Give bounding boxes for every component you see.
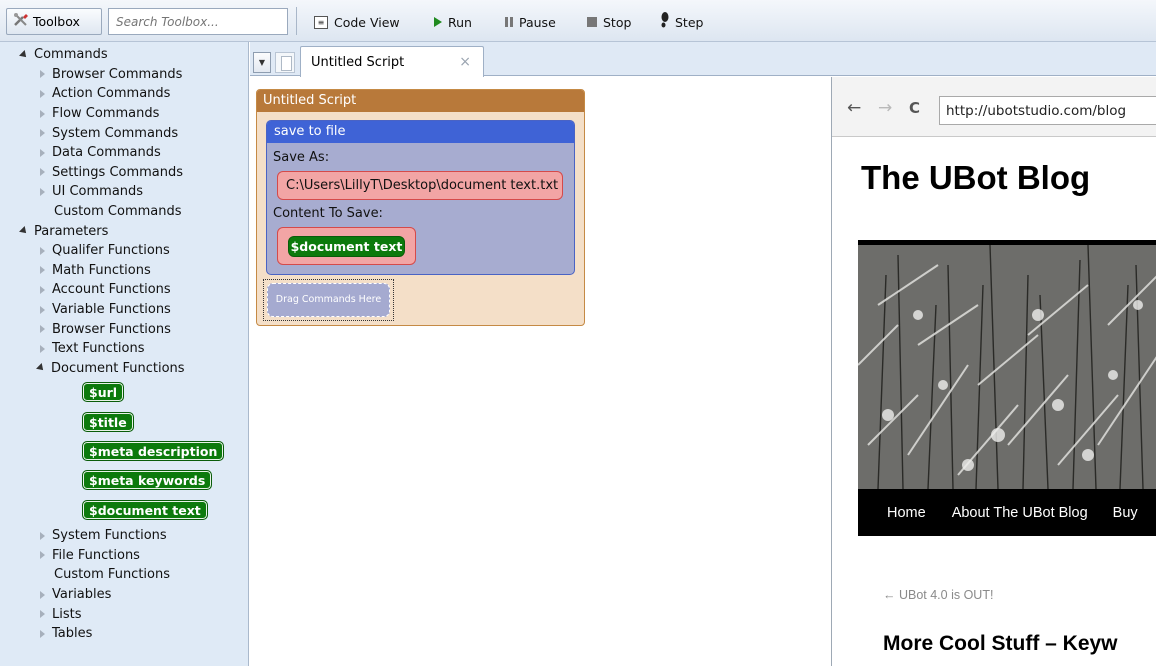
toolbox-panel: Commands Browser Commands Action Command… xyxy=(0,42,249,666)
main-toolbar: Toolbox ≡ Code View Run Pause Stop Step xyxy=(0,0,1156,42)
collapsed-arrow-icon xyxy=(40,629,45,638)
pause-icon xyxy=(505,17,513,27)
tree-item-system-commands[interactable]: System Commands xyxy=(40,123,178,143)
tree-item-custom-commands[interactable]: Custom Commands xyxy=(54,202,182,222)
tree-commands[interactable]: Commands xyxy=(19,45,108,65)
tree-item-file-functions[interactable]: File Functions xyxy=(40,546,140,566)
tree-item-text-functions[interactable]: Text Functions xyxy=(40,339,145,359)
tab-label: Untitled Script xyxy=(311,54,405,70)
collapsed-arrow-icon xyxy=(40,325,45,334)
tree-item-settings-commands[interactable]: Settings Commands xyxy=(40,163,183,183)
tree-item-browser-commands[interactable]: Browser Commands xyxy=(40,65,182,85)
code-view-button[interactable]: ≡ Code View xyxy=(314,10,400,34)
function-meta-description[interactable]: $meta description xyxy=(82,441,225,461)
stop-label: Stop xyxy=(603,14,632,30)
collapsed-arrow-icon xyxy=(40,168,45,177)
collapsed-arrow-icon xyxy=(40,285,45,294)
save-as-field[interactable]: C:\Users\LillyT\Desktop\document text.tx… xyxy=(277,171,563,200)
tab-untitled-script[interactable]: Untitled Script × xyxy=(300,46,484,77)
tree-item-browser-functions[interactable]: Browser Functions xyxy=(40,319,171,339)
code-view-label: Code View xyxy=(334,14,400,30)
collapsed-arrow-icon xyxy=(40,109,45,118)
tree-item-math-functions[interactable]: Math Functions xyxy=(40,261,151,281)
toolbox-button-label: Toolbox xyxy=(33,14,80,29)
tree-item-qualifer-functions[interactable]: Qualifer Functions xyxy=(40,241,170,261)
run-button[interactable]: Run xyxy=(434,10,472,34)
collapsed-arrow-icon xyxy=(40,187,45,196)
save-as-label: Save As: xyxy=(273,150,330,165)
previous-post-link[interactable]: ← UBot 4.0 is OUT! xyxy=(883,588,993,602)
blog-nav-menu: Home About The UBot Blog Buy xyxy=(858,489,1156,536)
toolbar-divider xyxy=(296,7,297,35)
address-bar[interactable] xyxy=(939,96,1156,125)
collapsed-arrow-icon xyxy=(40,344,45,353)
collapsed-arrow-icon xyxy=(40,246,45,255)
nav-link-buy[interactable]: Buy xyxy=(1113,505,1138,521)
collapsed-arrow-icon xyxy=(40,148,45,157)
refresh-icon[interactable]: C xyxy=(909,99,920,117)
search-toolbox-input[interactable] xyxy=(108,8,288,35)
expanded-arrow-icon xyxy=(19,49,29,60)
function-title[interactable]: $title xyxy=(82,412,134,432)
document-text-parameter[interactable]: $document text xyxy=(288,236,405,257)
tree-item-account-functions[interactable]: Account Functions xyxy=(40,280,171,300)
tree-item-ui-commands[interactable]: UI Commands xyxy=(40,182,143,202)
tab-list-dropdown-icon[interactable]: ▼ xyxy=(253,52,271,73)
script-title: Untitled Script xyxy=(257,90,584,112)
expanded-arrow-icon xyxy=(19,226,29,237)
command-title: save to file xyxy=(267,121,574,143)
expanded-arrow-icon xyxy=(36,363,46,374)
step-label: Step xyxy=(675,14,704,30)
tree-item-data-commands[interactable]: Data Commands xyxy=(40,143,161,163)
function-url[interactable]: $url xyxy=(82,382,125,402)
collapsed-arrow-icon xyxy=(40,531,45,540)
tree-item-flow-commands[interactable]: Flow Commands xyxy=(40,104,159,124)
pause-button[interactable]: Pause xyxy=(505,10,556,34)
close-icon[interactable]: × xyxy=(459,54,471,70)
tree-item-document-functions[interactable]: Document Functions xyxy=(36,359,185,379)
function-document-text[interactable]: $document text xyxy=(82,500,208,520)
collapsed-arrow-icon xyxy=(40,551,45,560)
collapsed-arrow-icon xyxy=(40,129,45,138)
drag-commands-here-zone[interactable]: Drag Commands Here xyxy=(267,283,390,317)
browser-nav-bar: ← → C xyxy=(832,77,1156,137)
tree-parameters[interactable]: Parameters xyxy=(19,221,108,241)
back-icon[interactable]: ← xyxy=(847,98,861,118)
blog-title: The UBot Blog xyxy=(861,159,1091,196)
stop-button[interactable]: Stop xyxy=(587,10,631,34)
collapsed-arrow-icon xyxy=(40,590,45,599)
post-title[interactable]: More Cool Stuff – Keyw xyxy=(883,632,1118,656)
nav-link-about[interactable]: About The UBot Blog xyxy=(952,505,1088,521)
stop-icon xyxy=(587,17,597,27)
forward-icon[interactable]: → xyxy=(878,98,892,118)
step-button[interactable]: Step xyxy=(660,10,703,34)
collapsed-arrow-icon xyxy=(40,70,45,79)
collapsed-arrow-icon xyxy=(40,266,45,275)
function-meta-keywords[interactable]: $meta keywords xyxy=(82,470,213,490)
new-tab-icon[interactable] xyxy=(275,52,295,73)
play-icon xyxy=(434,17,442,27)
content-to-save-label: Content To Save: xyxy=(273,206,383,221)
code-view-icon: ≡ xyxy=(314,15,328,29)
tree-item-custom-functions[interactable]: Custom Functions xyxy=(54,565,170,585)
toolbox-button[interactable]: Toolbox xyxy=(6,8,102,35)
collapsed-arrow-icon xyxy=(40,89,45,98)
collapsed-arrow-icon xyxy=(40,305,45,314)
browser-pane: ← → C The UBot Blog xyxy=(831,77,1156,666)
run-label: Run xyxy=(448,14,472,30)
footprint-icon xyxy=(660,12,669,32)
tree-item-lists[interactable]: Lists xyxy=(40,604,82,624)
collapsed-arrow-icon xyxy=(40,610,45,619)
tree-item-variables[interactable]: Variables xyxy=(40,585,111,605)
tree-item-tables[interactable]: Tables xyxy=(40,624,92,644)
header-image xyxy=(858,240,1156,489)
tree-item-system-functions[interactable]: System Functions xyxy=(40,526,167,546)
tree-item-variable-functions[interactable]: Variable Functions xyxy=(40,300,171,320)
tree-item-action-commands[interactable]: Action Commands xyxy=(40,84,170,104)
nav-link-home[interactable]: Home xyxy=(887,505,926,521)
tools-icon xyxy=(13,13,29,30)
pause-label: Pause xyxy=(519,14,556,30)
